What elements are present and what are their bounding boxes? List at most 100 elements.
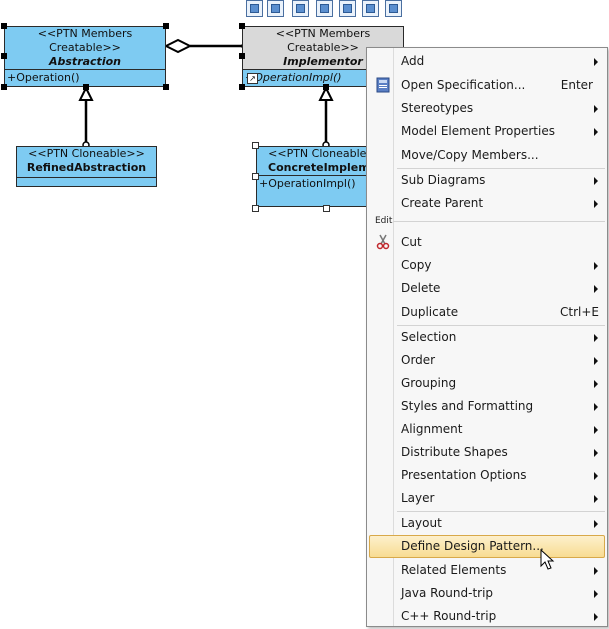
menu-item-open-specification[interactable]: Open Specification... Enter [369,74,605,97]
menu-item-order[interactable]: Order [369,349,605,372]
submenu-arrow-icon [594,472,598,480]
selection-handle[interactable] [239,23,245,29]
menu-item-styles-and-formatting[interactable]: Styles and Formatting [369,395,605,418]
menu-item-label: Add [401,54,425,68]
menu-item-label: Delete [401,281,441,295]
submenu-arrow-icon [594,334,598,342]
menu-item-distribute-shapes[interactable]: Distribute Shapes [369,441,605,464]
connectors [78,38,334,149]
resource-toolbar-icon[interactable] [246,0,263,17]
menu-item-label: Cut [401,235,422,249]
menu-item-label: Presentation Options [401,468,527,482]
menu-item-label: Model Element Properties [401,124,555,138]
menu-item-shortcut: Enter [560,78,593,92]
submenu-arrow-icon [594,403,598,411]
selection-handle[interactable] [252,205,259,212]
selection-handle[interactable] [239,84,245,90]
resource-toolbar-icon[interactable] [267,0,284,17]
menu-item-label: Related Elements [401,563,507,577]
menu-separator [393,221,605,222]
menu-item-shortcut: Ctrl+E [560,305,599,319]
menu-item-label: Selection [401,330,457,344]
submenu-arrow-icon [594,285,598,293]
menu-item-label: Alignment [401,422,463,436]
menu-item-label: Duplicate [401,305,459,319]
selection-handle[interactable] [163,23,169,29]
selection-handle[interactable] [1,53,7,59]
menu-item-label: Open Specification... [401,78,526,92]
menu-item-label: Order [401,353,436,367]
submenu-arrow-icon [594,177,598,185]
menu-item-label: Create Parent [401,196,484,210]
submenu-arrow-icon [594,449,598,457]
menu-item-move-copy-members[interactable]: Move/Copy Members... [369,144,605,167]
context-menu: Add Open Specification... Enter Stereoty… [366,47,608,627]
selection-handle[interactable] [83,84,89,90]
menu-item-label: Java Round-trip [401,586,494,600]
menu-item-presentation-options[interactable]: Presentation Options [369,464,605,487]
resource-toolbar-icon[interactable] [385,0,402,17]
submenu-arrow-icon [594,357,598,365]
scissors-icon [375,234,391,250]
menu-item-label: Grouping [401,376,457,390]
class-name: RefinedAbstraction [26,161,147,174]
menu-item-copy[interactable]: Copy [369,254,605,277]
menu-item-alignment[interactable]: Alignment [369,418,605,441]
menu-item-layout[interactable]: Layout [369,512,605,535]
menu-item-model-element-properties[interactable]: Model Element Properties [369,120,605,143]
selection-handle[interactable] [252,142,259,149]
menu-item-layer[interactable]: Layer [369,487,605,510]
submenu-arrow-icon [594,58,598,66]
menu-item-selection[interactable]: Selection [369,326,605,349]
menu-item-cut[interactable]: Cut [369,231,605,254]
selection-handle[interactable] [1,84,7,90]
menu-item-create-parent[interactable]: Create Parent [369,192,605,215]
submenu-arrow-icon [594,495,598,503]
menu-section-header-edit: Edit [375,216,393,226]
resource-toolbar-icon[interactable] [362,0,379,17]
selection-handle[interactable] [163,84,169,90]
menu-item-label: Styles and Formatting [401,399,534,413]
menu-item-cpp-round-trip[interactable]: C++ Round-trip [369,605,605,628]
selection-handle[interactable] [1,23,7,29]
resource-toolbar-icon[interactable] [292,0,309,17]
submenu-arrow-icon [594,128,598,136]
class-abstraction[interactable]: <<PTN Members Creatable>> Abstraction +O… [4,26,166,87]
menu-item-label: Distribute Shapes [401,445,508,459]
submenu-arrow-icon [594,380,598,388]
selection-handle[interactable] [323,84,329,90]
menu-item-java-round-trip[interactable]: Java Round-trip [369,582,605,605]
class-name: Abstraction [49,55,121,68]
class-refined-abstraction[interactable]: <<PTN Cloneable>> RefinedAbstraction [16,146,157,187]
menu-item-sub-diagrams[interactable]: Sub Diagrams [369,169,605,192]
mouse-cursor-icon [540,549,555,570]
submenu-arrow-icon [594,567,598,575]
class-stereotype: <<PTN Members Creatable>> [37,27,133,54]
submenu-arrow-icon [594,590,598,598]
menu-item-label: Define Design Pattern... [401,539,544,553]
submenu-arrow-icon [594,520,598,528]
selection-handle[interactable] [323,205,330,212]
submenu-arrow-icon [594,200,598,208]
menu-item-related-elements[interactable]: Related Elements [369,559,605,582]
resource-toolbar-icon[interactable] [316,0,333,17]
menu-item-label: Stereotypes [401,101,474,115]
selection-handle[interactable] [239,53,245,59]
submenu-arrow-icon [594,105,598,113]
menu-item-stereotypes[interactable]: Stereotypes [369,97,605,120]
submenu-arrow-icon [594,426,598,434]
compartment-divider [17,177,156,178]
menu-item-label: Sub Diagrams [401,173,486,187]
selection-handle[interactable] [252,173,259,180]
menu-item-label: C++ Round-trip [401,609,497,623]
specification-icon [375,77,391,93]
menu-item-define-design-pattern[interactable]: Define Design Pattern... [369,535,605,558]
menu-item-grouping[interactable]: Grouping [369,372,605,395]
menu-item-duplicate[interactable]: Duplicate Ctrl+E [369,301,605,324]
resource-toolbar-icon[interactable] [339,0,356,17]
menu-item-label: Layout [401,516,442,530]
menu-item-delete[interactable]: Delete [369,277,605,300]
resource-link-icon[interactable]: ↗ [247,73,258,84]
menu-item-add[interactable]: Add [369,50,605,73]
diagram-canvas[interactable]: <<PTN Members Creatable>> Abstraction +O… [0,0,404,629]
